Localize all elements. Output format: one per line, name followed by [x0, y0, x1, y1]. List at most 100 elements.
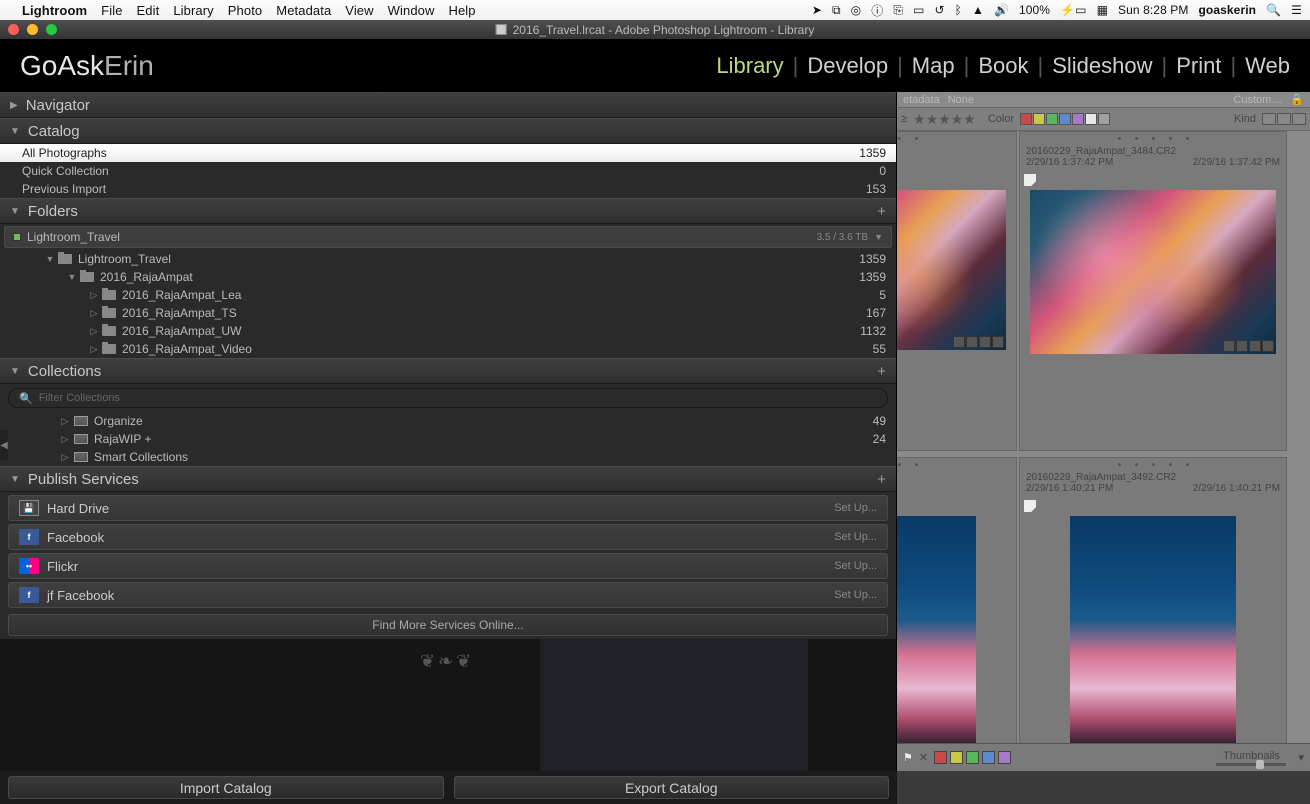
notifications-icon[interactable]: ☰ — [1291, 3, 1302, 17]
rating-ge[interactable]: ≥ — [901, 113, 907, 125]
menu-edit[interactable]: Edit — [137, 3, 160, 18]
color-label-button[interactable] — [982, 751, 995, 764]
volume-menu-icon[interactable]: ▼ — [874, 232, 883, 242]
color-swatch[interactable] — [1098, 113, 1110, 125]
setup-button[interactable]: Set Up... — [834, 560, 877, 572]
collection-row[interactable]: ▷RajaWIP +24 — [0, 430, 896, 448]
menu-metadata[interactable]: Metadata — [276, 3, 331, 18]
import-catalog-button[interactable]: Import Catalog — [8, 776, 444, 799]
publish-service-row[interactable]: fFacebookSet Up... — [8, 524, 888, 550]
disclosure-icon[interactable]: ▷ — [60, 452, 70, 463]
filter-metadata[interactable]: etadata — [903, 94, 940, 106]
clip-icon[interactable]: ⎘ — [893, 3, 903, 18]
grid-cell[interactable]: CR2 2/29/16 1:40:10 PM — [897, 457, 1017, 743]
disclosure-icon[interactable]: ▷ — [89, 344, 99, 355]
user[interactable]: goaskerin — [1199, 3, 1257, 17]
module-library[interactable]: Library — [716, 53, 783, 79]
setup-button[interactable]: Set Up... — [834, 502, 877, 514]
identity-plate[interactable]: GoAskErin — [20, 50, 154, 82]
panel-navigator[interactable]: ▶Navigator — [0, 92, 896, 118]
menu-photo[interactable]: Photo — [228, 3, 262, 18]
grid-view[interactable]: CR2 2/29/16 1:37:09 PM 20160229_RajaAmpa… — [897, 131, 1310, 743]
disclosure-icon[interactable]: ▼ — [67, 272, 77, 282]
dropbox-icon[interactable]: ⧉ — [832, 3, 841, 18]
thumbnail-size-slider[interactable] — [1216, 763, 1286, 766]
find-more-services[interactable]: Find More Services Online... — [8, 614, 888, 636]
color-swatch[interactable] — [1033, 113, 1045, 125]
disclosure-icon[interactable]: ▷ — [60, 434, 70, 445]
menu-window[interactable]: Window — [388, 3, 435, 18]
flag-icon[interactable] — [1024, 500, 1036, 512]
cc-icon[interactable]: ◎ — [851, 3, 862, 17]
minimize-button[interactable] — [27, 24, 38, 35]
color-swatch[interactable] — [1085, 113, 1097, 125]
thumbnail-image[interactable] — [1070, 516, 1236, 743]
disclosure-icon[interactable]: ▷ — [60, 416, 70, 427]
export-catalog-button[interactable]: Export Catalog — [454, 776, 890, 799]
setup-button[interactable]: Set Up... — [834, 589, 877, 601]
module-print[interactable]: Print — [1176, 53, 1221, 79]
filter-preset[interactable]: Custom… — [1233, 94, 1282, 106]
inputsource-icon[interactable]: ▦ — [1097, 3, 1108, 17]
color-label-button[interactable] — [998, 751, 1011, 764]
volume-row[interactable]: Lightroom_Travel 3.5 / 3.6 TB ▼ — [4, 226, 892, 248]
publish-service-row[interactable]: fjf FacebookSet Up... — [8, 582, 888, 608]
module-develop[interactable]: Develop — [807, 53, 888, 79]
color-label-button[interactable] — [950, 751, 963, 764]
disclosure-icon[interactable]: ▷ — [89, 326, 99, 337]
battery-icon[interactable]: ⚡▭ — [1060, 3, 1086, 17]
display-icon[interactable]: ▭ — [913, 3, 924, 17]
filter-none[interactable]: None — [948, 94, 974, 106]
module-map[interactable]: Map — [912, 53, 955, 79]
panel-folders[interactable]: ▼Folders+ — [0, 198, 896, 224]
catalog-all-photos[interactable]: All Photographs1359 — [0, 144, 896, 162]
thumbnail-image[interactable] — [897, 190, 1006, 350]
collection-row[interactable]: ▷Smart Collections — [0, 448, 896, 466]
disclosure-icon[interactable]: ▷ — [89, 308, 99, 319]
thumbnail-image[interactable] — [1030, 190, 1276, 354]
flag-icon[interactable] — [1024, 174, 1036, 186]
publish-service-row[interactable]: ••FlickrSet Up... — [8, 553, 888, 579]
panel-collapse-handle[interactable]: ◀ — [0, 430, 8, 460]
flag-white-icon[interactable]: ⚑ — [903, 751, 913, 764]
clock[interactable]: Sun 8:28 PM — [1118, 3, 1188, 17]
filmstrip[interactable]: ❦❧❦ — [0, 639, 896, 771]
publish-service-row[interactable]: 💾Hard DriveSet Up... — [8, 495, 888, 521]
grid-cell[interactable]: CR2 2/29/16 1:37:09 PM — [897, 131, 1017, 451]
grid-cell[interactable]: 20160229_RajaAmpat_3492.CR2 2/29/16 1:40… — [1019, 457, 1287, 743]
catalog-quick-collection[interactable]: Quick Collection0 — [0, 162, 896, 180]
module-slideshow[interactable]: Slideshow — [1052, 53, 1152, 79]
folder-row[interactable]: ▼2016_RajaAmpat1359 — [0, 268, 896, 286]
collections-filter-input[interactable]: 🔍 Filter Collections — [8, 388, 888, 408]
script-icon[interactable]: ➤ — [812, 3, 822, 17]
color-label-button[interactable] — [966, 751, 979, 764]
color-swatch[interactable] — [1072, 113, 1084, 125]
menu-help[interactable]: Help — [448, 3, 475, 18]
color-swatch[interactable] — [1020, 113, 1032, 125]
color-label-button[interactable] — [934, 751, 947, 764]
filmstrip-thumb[interactable] — [540, 639, 808, 771]
folder-row[interactable]: ▷2016_RajaAmpat_TS167 — [0, 304, 896, 322]
volume-icon[interactable]: 🔊 — [994, 3, 1009, 17]
panel-publish[interactable]: ▼Publish Services+ — [0, 466, 896, 492]
menu-library[interactable]: Library — [173, 3, 213, 18]
panel-collections[interactable]: ▼Collections+ — [0, 358, 896, 384]
module-web[interactable]: Web — [1245, 53, 1290, 79]
menu-file[interactable]: File — [101, 3, 122, 18]
add-folder-icon[interactable]: + — [877, 203, 886, 220]
wifi-icon[interactable]: ▲ — [972, 3, 984, 17]
color-swatch[interactable] — [1046, 113, 1058, 125]
menu-view[interactable]: View — [345, 3, 373, 18]
folder-row[interactable]: ▷2016_RajaAmpat_Video55 — [0, 340, 896, 358]
disclosure-icon[interactable]: ▼ — [45, 254, 55, 264]
collection-row[interactable]: ▷Organize49 — [0, 412, 896, 430]
flag-reject-icon[interactable]: ✕ — [919, 751, 928, 764]
grid-cell[interactable]: 20160229_RajaAmpat_3484.CR2 2/29/16 1:37… — [1019, 131, 1287, 451]
module-book[interactable]: Book — [978, 53, 1028, 79]
info-icon[interactable]: ⓘ — [871, 2, 883, 19]
lock-icon[interactable]: 🔒 — [1290, 93, 1304, 106]
chevron-down-icon[interactable]: ▾ — [1298, 751, 1304, 764]
folder-row[interactable]: ▷2016_RajaAmpat_UW1132 — [0, 322, 896, 340]
folder-row[interactable]: ▷2016_RajaAmpat_Lea5 — [0, 286, 896, 304]
setup-button[interactable]: Set Up... — [834, 531, 877, 543]
